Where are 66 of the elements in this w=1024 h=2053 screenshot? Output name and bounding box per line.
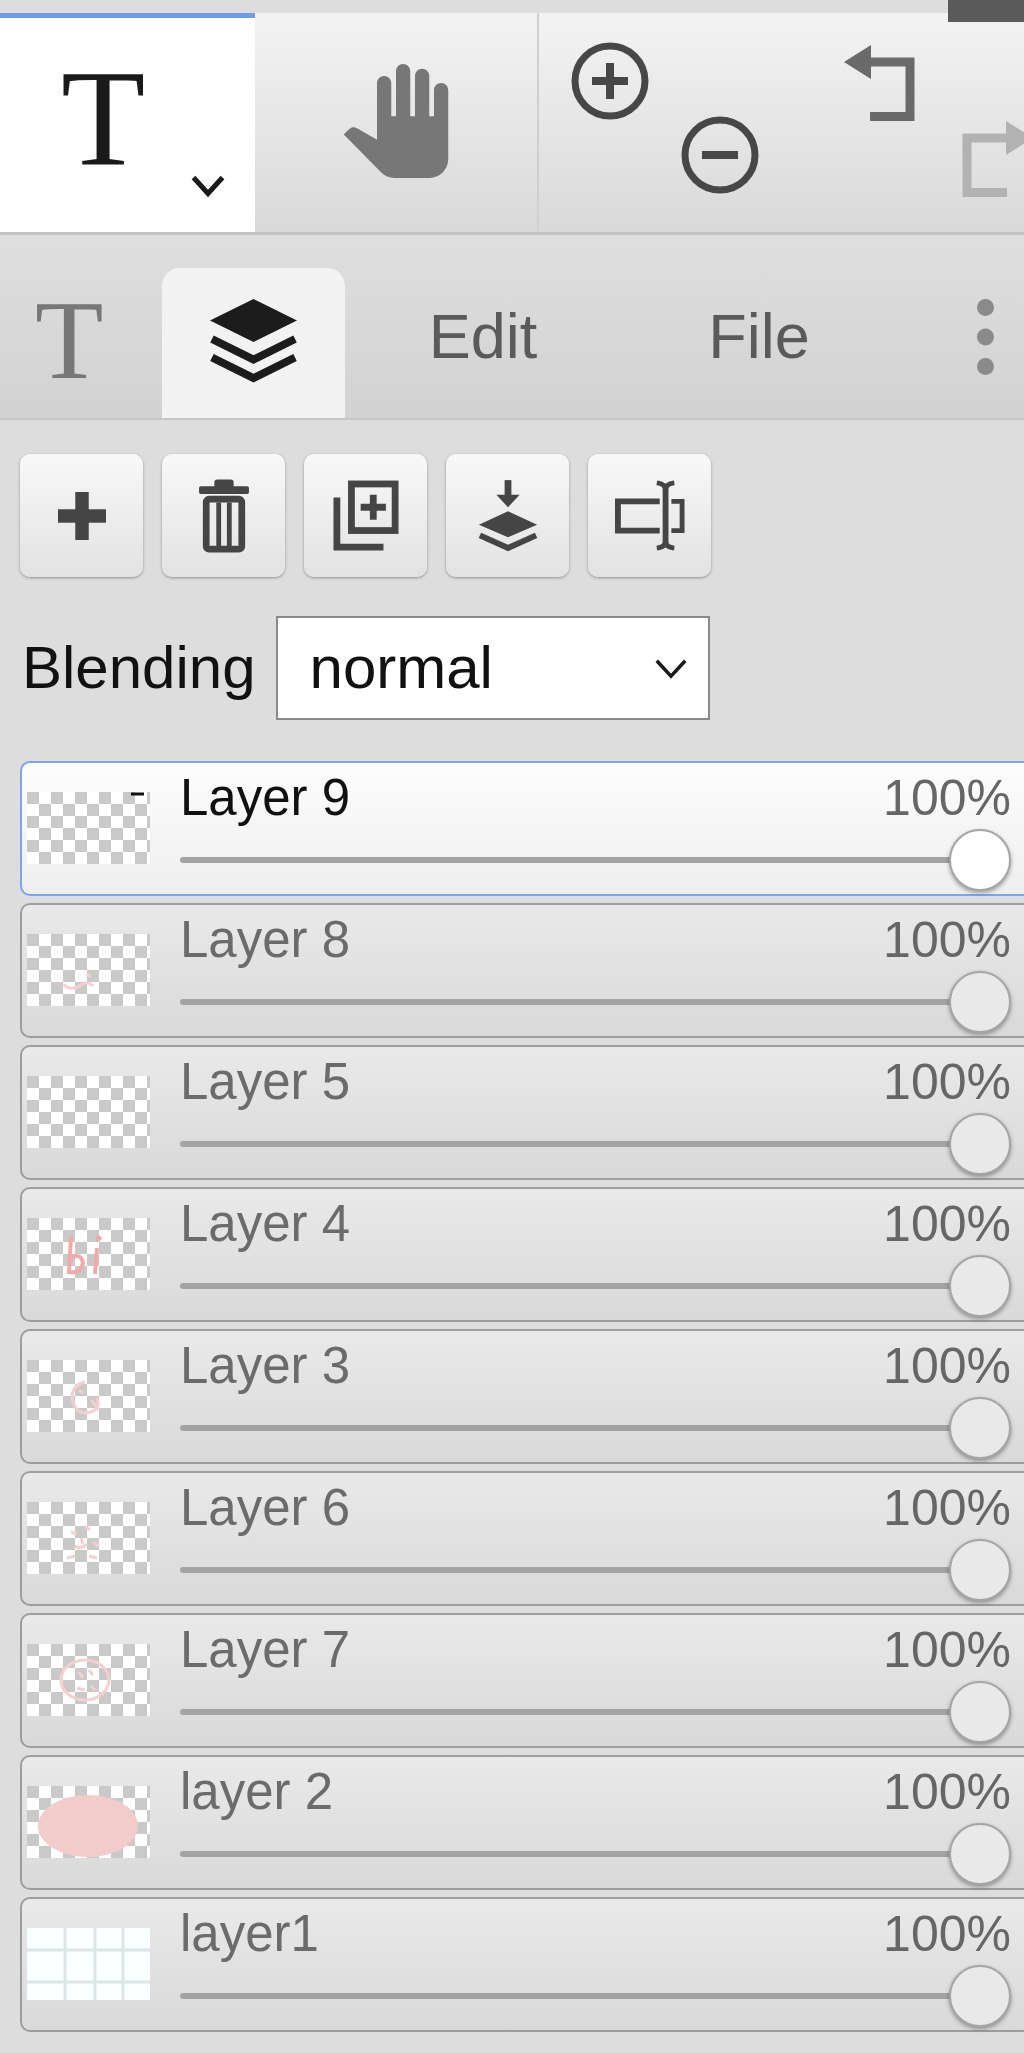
slider-thumb[interactable] (949, 1255, 1011, 1317)
add-layer-button[interactable] (20, 454, 143, 577)
layer-name: layer 2 (180, 1762, 334, 1822)
opacity-slider[interactable] (180, 1397, 1011, 1459)
opacity-slider[interactable] (180, 1255, 1011, 1317)
layer-row[interactable]: layer1 100% (20, 1897, 1024, 2032)
opacity-value: 100% (883, 1621, 1011, 1680)
plus-circle-icon (571, 42, 649, 120)
layer-row[interactable]: Layer 9 100% (20, 761, 1024, 896)
blending-label: Blending (22, 638, 256, 698)
rename-layer-button[interactable] (588, 454, 711, 577)
opacity-value: 100% (883, 769, 1011, 828)
slider-thumb[interactable] (949, 1113, 1011, 1175)
layer-name: Layer 9 (180, 768, 351, 828)
slider-thumb[interactable] (949, 829, 1011, 891)
menu-tab[interactable]: Edit (345, 268, 621, 418)
layer-row[interactable]: Layer 3 100% (20, 1329, 1024, 1464)
layer-row[interactable]: Layer 5 100% (20, 1045, 1024, 1180)
opacity-slider[interactable] (180, 1539, 1011, 1601)
layer-name: Layer 4 (180, 1194, 351, 1254)
slider-thumb[interactable] (949, 971, 1011, 1033)
layer-name: Layer 7 (180, 1620, 351, 1680)
opacity-slider[interactable] (180, 1681, 1011, 1743)
layer-row[interactable]: Layer 7 100% (20, 1613, 1024, 1748)
trash-icon (198, 478, 249, 553)
menu-tab[interactable]: File (621, 268, 897, 418)
text-tool-button[interactable]: T (0, 13, 255, 232)
opacity-value: 100% (883, 1337, 1011, 1396)
layer-name: Layer 5 (180, 1052, 351, 1112)
opacity-slider[interactable] (180, 1965, 1011, 2027)
layers-icon (208, 297, 299, 383)
opacity-value: 100% (883, 1905, 1011, 1964)
layer-row[interactable]: Layer 4 100% (20, 1187, 1024, 1322)
vertical-dots-icon (976, 299, 994, 375)
blending-select[interactable]: normal (275, 616, 710, 720)
opacity-slider[interactable] (180, 971, 1011, 1033)
opacity-slider[interactable] (180, 1823, 1011, 1885)
layer-row[interactable]: Layer 8 100% (20, 903, 1024, 1038)
slider-thumb[interactable] (949, 1965, 1011, 2027)
layer-row[interactable]: Layer 6 100% (20, 1471, 1024, 1606)
slider-thumb[interactable] (949, 1681, 1011, 1743)
layer-name: Layer 6 (180, 1478, 351, 1538)
layers-tab[interactable] (162, 268, 345, 418)
opacity-value: 100% (883, 1053, 1011, 1112)
copy-plus-icon (332, 480, 399, 551)
layer-name: Layer 8 (180, 910, 351, 970)
opacity-value: 100% (883, 1195, 1011, 1254)
slider-thumb[interactable] (949, 1539, 1011, 1601)
layer-row[interactable]: layer 2 100% (20, 1755, 1024, 1890)
minus-circle-icon (681, 116, 759, 194)
chevron-down-icon (653, 657, 688, 679)
text-tab[interactable]: T (0, 268, 162, 418)
slider-thumb[interactable] (949, 1823, 1011, 1885)
opacity-value: 100% (883, 911, 1011, 970)
slider-thumb[interactable] (949, 1397, 1011, 1459)
opacity-slider[interactable] (180, 829, 1011, 891)
opacity-value: 100% (883, 1763, 1011, 1822)
layer-name: layer1 (180, 1904, 319, 1964)
opacity-slider[interactable] (180, 1113, 1011, 1175)
delete-layer-button[interactable] (162, 454, 285, 577)
opacity-value: 100% (883, 1479, 1011, 1538)
duplicate-layer-button[interactable] (304, 454, 427, 577)
text-cursor-box-icon (614, 480, 685, 551)
plus-icon (57, 491, 106, 540)
layer-name: Layer 3 (180, 1336, 351, 1396)
merge-down-button[interactable] (446, 454, 569, 577)
